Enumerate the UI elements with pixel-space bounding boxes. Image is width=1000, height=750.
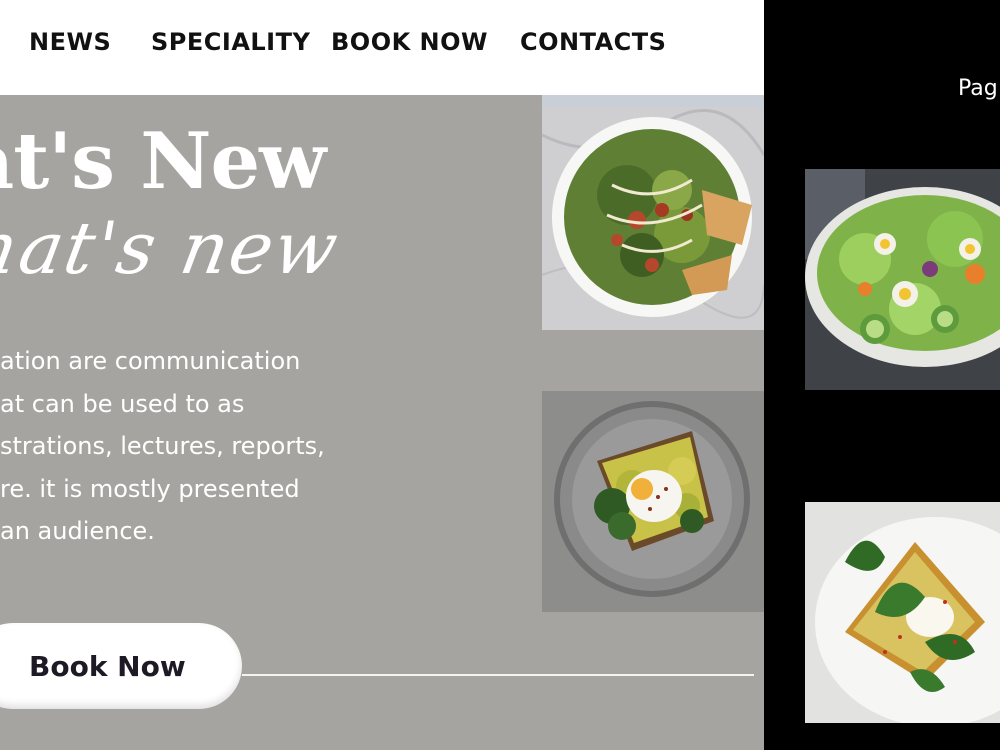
right-sidebar-panel: Pag xyxy=(764,0,1000,750)
hero-title: hat's New xyxy=(0,116,326,207)
top-navigation-bar: NEWS SPECIALITY BOOK NOW CONTACTS xyxy=(0,0,764,95)
nav-contacts-link[interactable]: CONTACTS xyxy=(520,28,666,56)
garden-salad-photo xyxy=(805,169,1000,390)
hero-description: ation are communication at can be used t… xyxy=(0,340,380,553)
page-label: Pag xyxy=(958,76,998,101)
book-now-button[interactable]: Book Now xyxy=(0,623,242,709)
description-line: ation are communication xyxy=(0,347,301,375)
book-now-button-label: Book Now xyxy=(29,649,186,683)
avocado-toast-egg-photo xyxy=(542,391,764,612)
nav-book-now-link[interactable]: BOOK NOW xyxy=(331,28,488,56)
description-line: strations, lectures, reports, xyxy=(0,432,325,460)
caesar-salad-photo xyxy=(542,95,764,330)
hero-script-subtitle: hat's new xyxy=(0,206,346,290)
description-line: at can be used to as xyxy=(0,389,245,418)
main-panel: NEWS SPECIALITY BOOK NOW CONTACTS hat's … xyxy=(0,0,764,750)
description-line: an audience. xyxy=(0,517,155,545)
nav-news-link[interactable]: NEWS xyxy=(29,28,111,56)
divider-line xyxy=(242,674,754,676)
nav-speciality-link[interactable]: SPECIALITY xyxy=(151,28,310,56)
spinach-toast-photo xyxy=(805,502,1000,723)
description-line: re. it is mostly presented xyxy=(0,474,300,503)
